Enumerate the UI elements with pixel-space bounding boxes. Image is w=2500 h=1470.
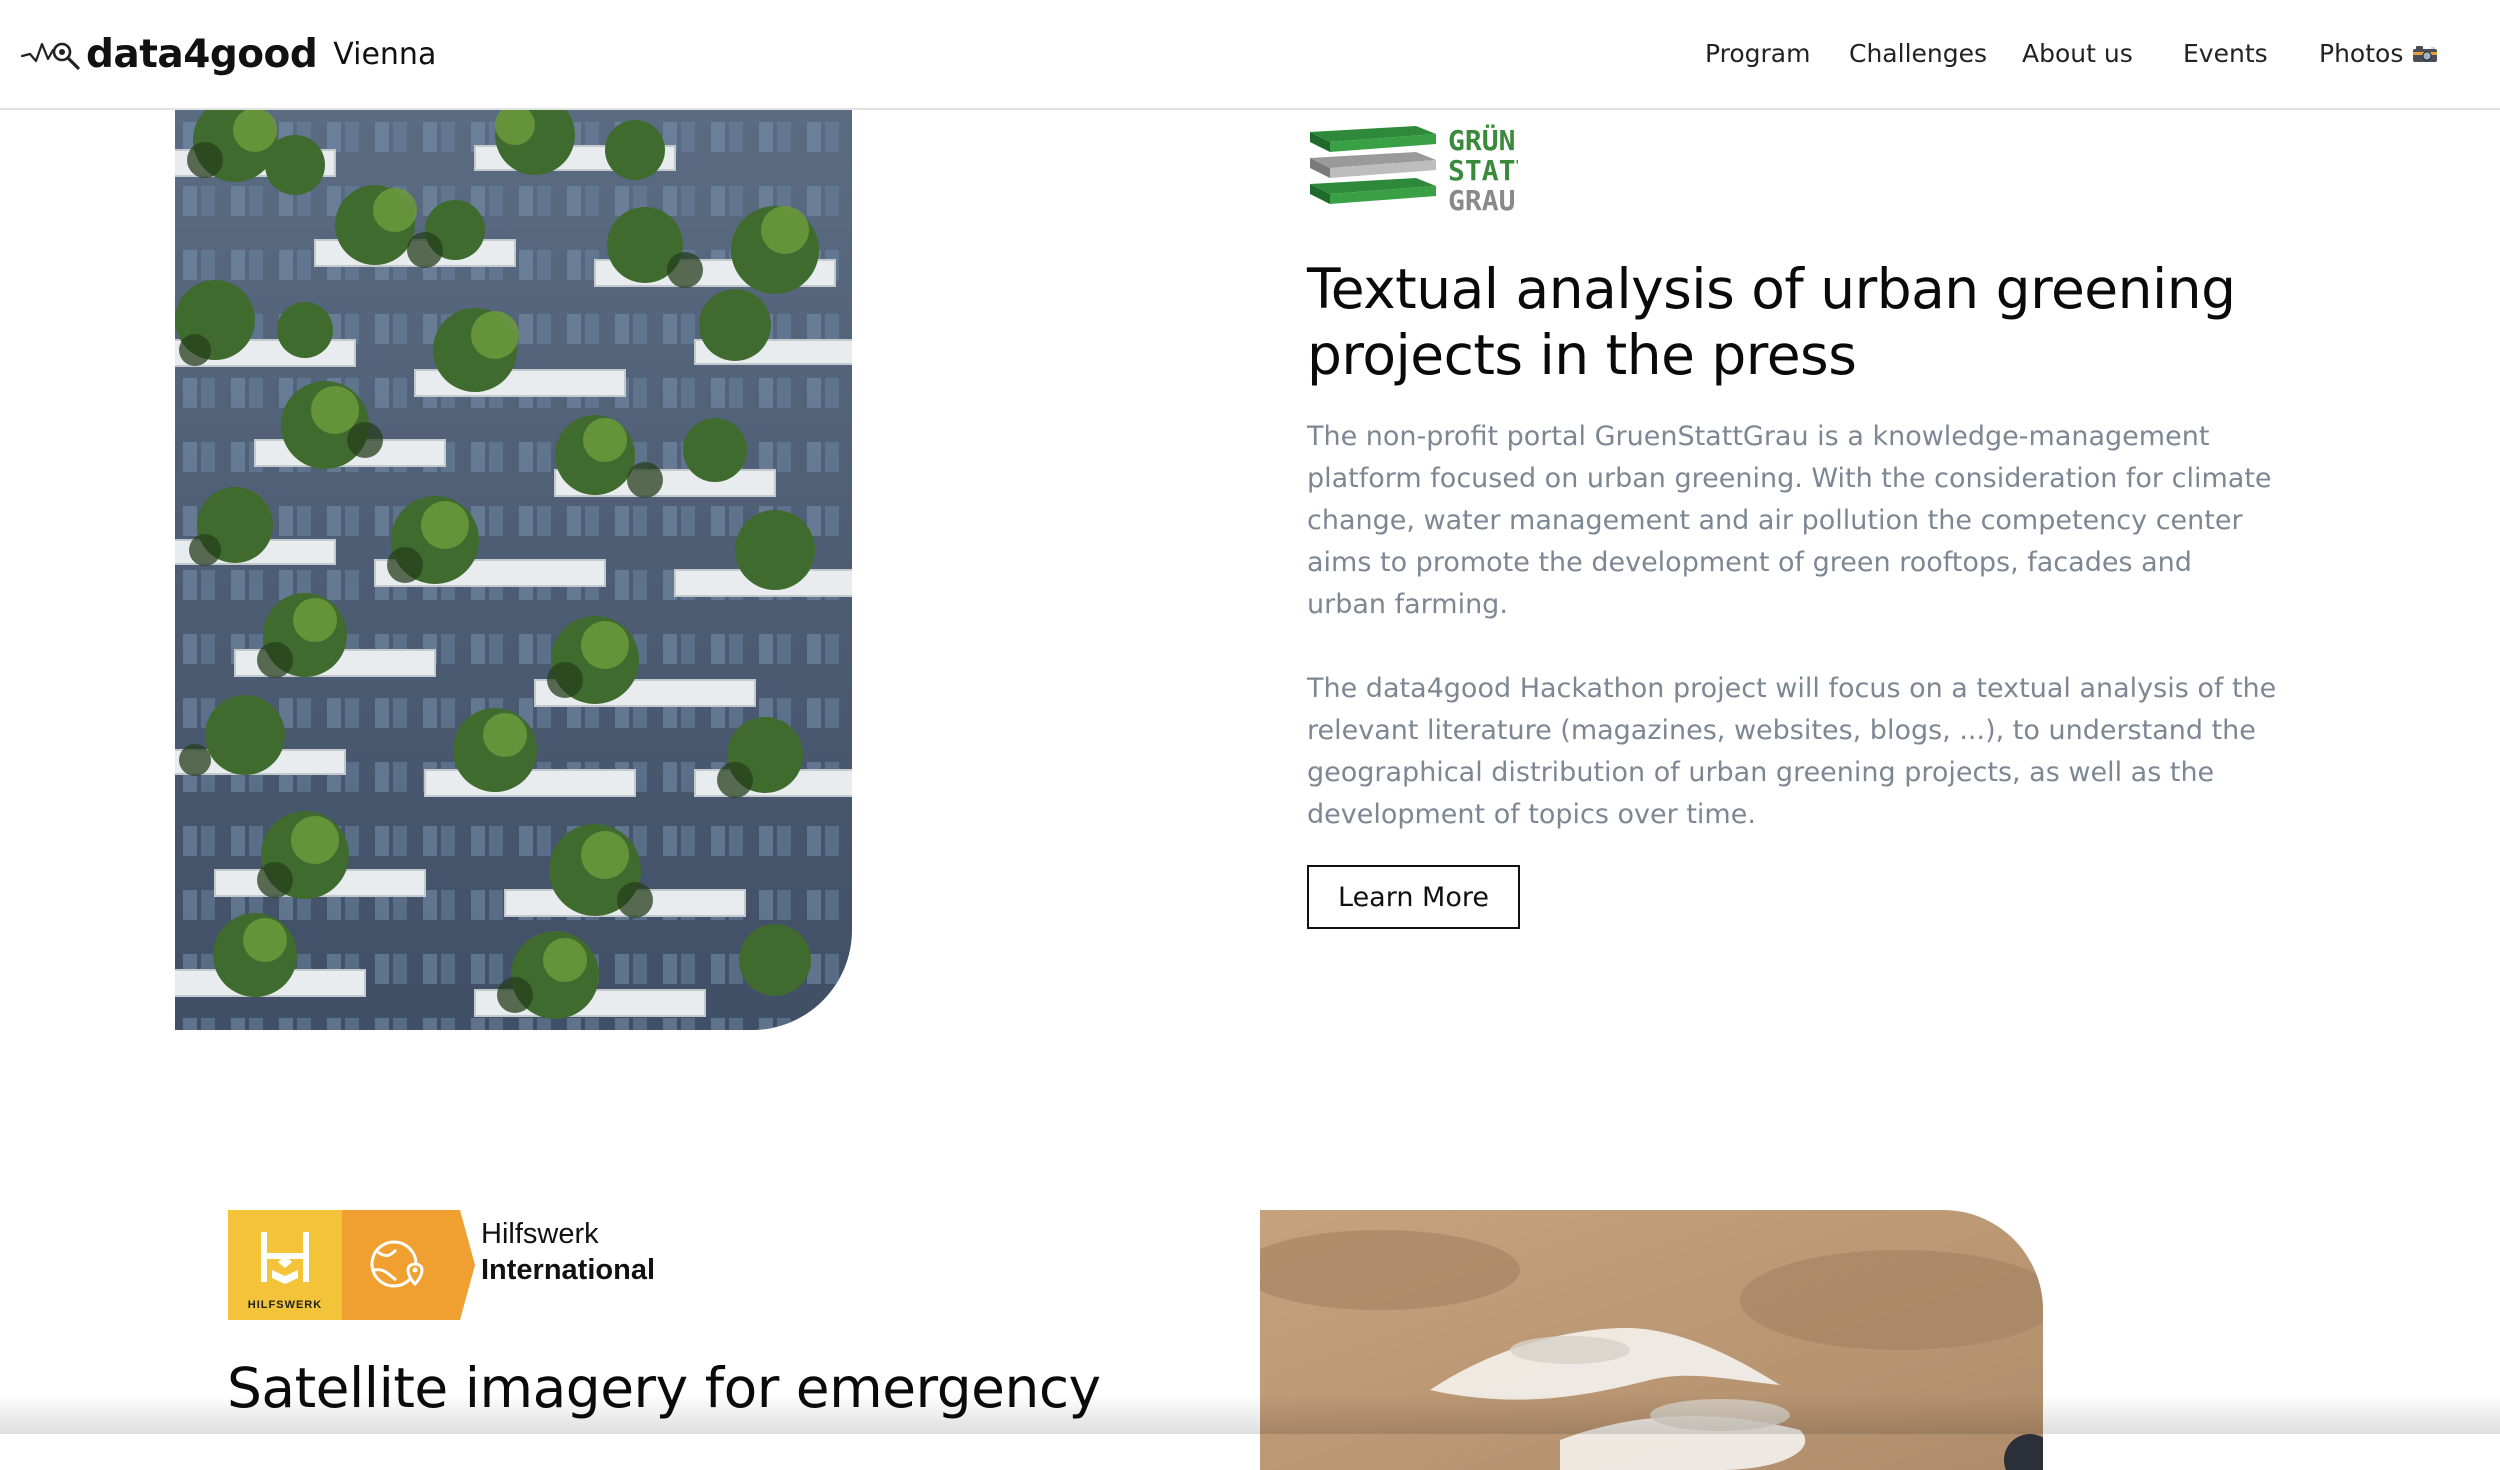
brand-name[interactable]: data4good: [86, 32, 318, 77]
project-title-urban-greening: Textual analysis of urban greening proje…: [1307, 256, 2367, 388]
project-description-1: The non-profit portal GruenStattGrau is …: [1307, 421, 2272, 620]
nav-photos[interactable]: Photos: [2319, 39, 2438, 68]
logo-line-grau: GRAU: [1448, 184, 1515, 217]
camera-icon: [2413, 45, 2438, 62]
title-line-2: projects in the press: [1307, 323, 1857, 387]
hilfswerk-small-label: HILFSWERK: [248, 1299, 322, 1311]
satellite-image: [1260, 1210, 2043, 1470]
nav-events[interactable]: Events: [2183, 39, 2268, 68]
project-description-2: The data4good Hackathon project will foc…: [1307, 673, 2277, 830]
brand-city: Vienna: [333, 36, 437, 72]
title-line-1: Textual analysis of urban greening: [1307, 257, 2236, 321]
data4good-logo-icon: [20, 42, 80, 70]
hilfswerk-wordmark: Hilfswerk International: [481, 1216, 655, 1288]
project-title-satellite-imagery: Satellite imagery for emergency: [227, 1356, 1101, 1420]
hilfswerk-name-line2: International: [481, 1254, 656, 1286]
nav-photos-label: Photos: [2319, 39, 2404, 68]
brand-home-link[interactable]: data4good Vienna: [20, 26, 436, 82]
nav-program[interactable]: Program: [1705, 39, 1810, 68]
gruen-statt-grau-logo: GRÜN STATT GRAU: [1310, 123, 1518, 217]
nav-about-us[interactable]: About us: [2022, 39, 2133, 68]
learn-more-button[interactable]: Learn More: [1307, 865, 1520, 929]
logo-line-statt: STATT: [1448, 154, 1518, 187]
vertical-forest-building-image: [175, 110, 852, 1030]
hilfswerk-name-line1: Hilfswerk: [481, 1218, 599, 1250]
site-header: data4good Vienna Program Challenges Abou…: [0, 0, 2500, 110]
logo-line-gruen: GRÜN: [1448, 123, 1515, 157]
nav-challenges[interactable]: Challenges: [1849, 39, 1987, 68]
